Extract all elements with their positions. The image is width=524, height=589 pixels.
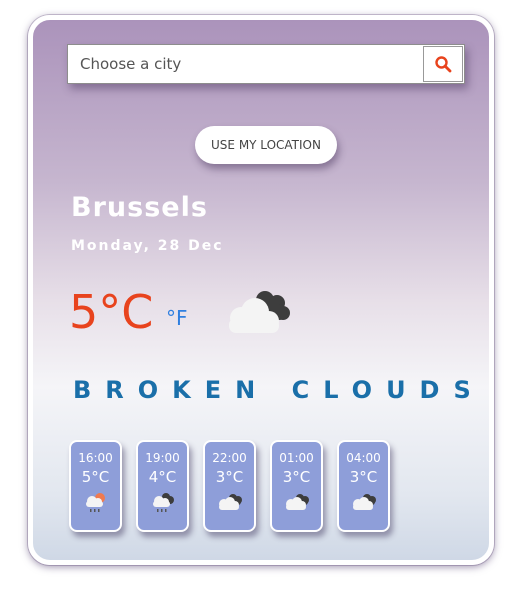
broken-clouds-icon — [285, 494, 309, 510]
forecast-temp: 4°C — [148, 468, 177, 486]
search-icon — [435, 56, 452, 73]
forecast-card: 16:00 5°C — [69, 440, 122, 532]
forecast-card: 22:00 3°C — [203, 440, 256, 532]
broken-clouds-icon — [218, 494, 242, 510]
forecast-card: 19:00 4°C — [136, 440, 189, 532]
broken-clouds-icon — [352, 494, 376, 510]
forecast-time: 19:00 — [145, 451, 180, 465]
forecast-temp: 5°C — [81, 468, 110, 486]
search-button[interactable] — [423, 46, 463, 82]
forecast-time: 01:00 — [279, 451, 314, 465]
forecast-card: 01:00 3°C — [270, 440, 323, 532]
rain-dark-cloud-icon — [152, 493, 174, 512]
broken-clouds-icon — [229, 291, 290, 333]
use-my-location-button[interactable]: USE MY LOCATION — [195, 126, 337, 164]
forecast-time: 16:00 — [78, 451, 113, 465]
city-name: Brussels — [71, 192, 208, 223]
forecast-temp: 3°C — [282, 468, 311, 486]
hourly-forecast: 16:00 5°C 19:00 4°C 22:00 3°C 01:00 3°C … — [69, 440, 390, 532]
forecast-temp: 3°C — [349, 468, 378, 486]
weather-card: USE MY LOCATION Brussels Monday, 28 Dec … — [28, 15, 494, 565]
search-bar — [67, 44, 465, 84]
weather-description: BROKEN CLOUDS — [73, 376, 485, 404]
forecast-time: 22:00 — [212, 451, 247, 465]
rain-sun-cloud-icon — [85, 493, 105, 512]
forecast-temp: 3°C — [215, 468, 244, 486]
fahrenheit-toggle[interactable]: °F — [166, 306, 188, 330]
forecast-time: 04:00 — [346, 451, 381, 465]
current-date: Monday, 28 Dec — [71, 238, 224, 254]
current-temperature: 5°C — [69, 285, 154, 339]
city-search-input[interactable] — [70, 45, 423, 83]
forecast-card: 04:00 3°C — [337, 440, 390, 532]
